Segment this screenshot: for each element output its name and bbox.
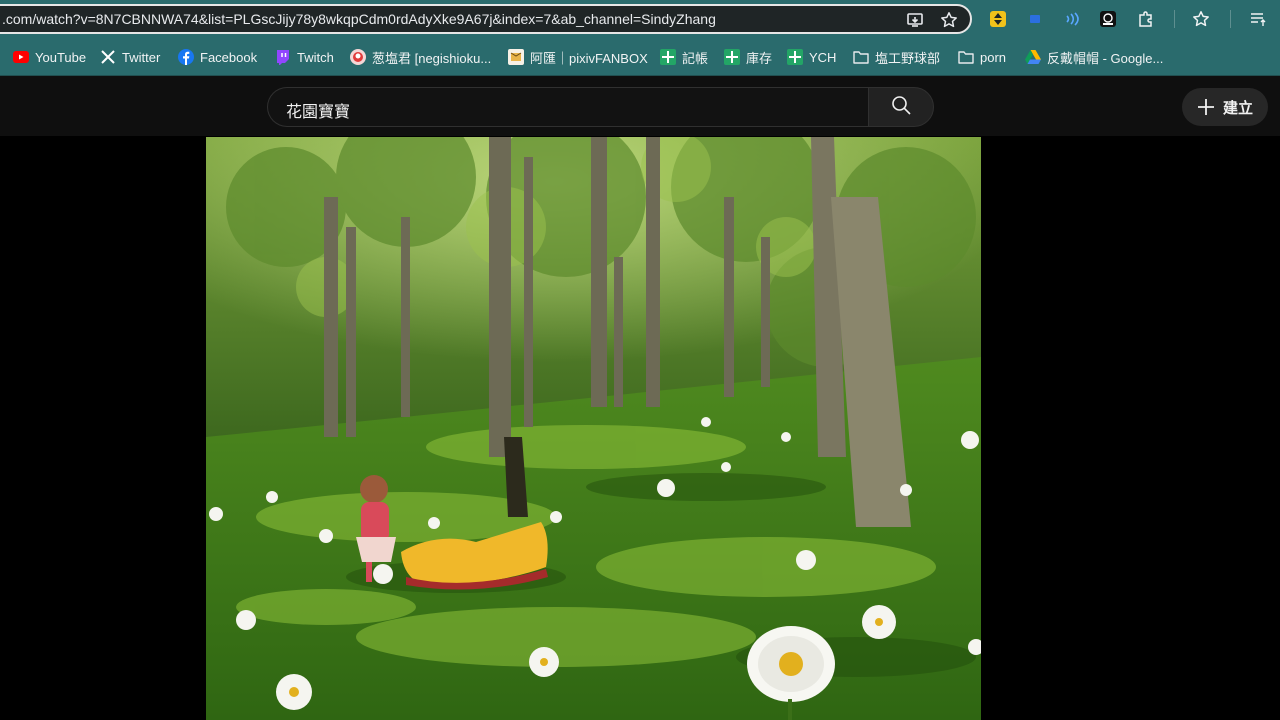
sheets-icon <box>724 49 740 65</box>
plus-icon <box>1197 98 1215 116</box>
avatar-icon <box>350 49 366 65</box>
bookmark-label: 反戴帽帽 - Google... <box>1047 50 1164 66</box>
bookmark-star-icon[interactable] <box>940 11 958 29</box>
extension-screen-icon[interactable] <box>1098 9 1118 29</box>
toolbar-divider <box>1230 10 1231 28</box>
browser-toolbar: .com/watch?v=8N7CBNNWA74&list=PLGscJijy7… <box>0 0 1280 38</box>
search-button[interactable] <box>868 87 934 127</box>
sheets-icon <box>660 49 676 65</box>
extension-wave-icon[interactable] <box>1061 9 1081 29</box>
create-button[interactable]: 建立 <box>1182 88 1268 126</box>
youtube-icon <box>13 49 29 65</box>
bookmark-negishioku[interactable]: 葱塩君 [negishioku... <box>350 48 491 66</box>
fanbox-icon <box>508 49 524 65</box>
bookmark-inventory[interactable]: 庫存 <box>724 48 772 66</box>
sheets-icon <box>787 49 803 65</box>
youtube-masthead: 花園寶寶 建立 <box>0 76 1280 136</box>
reading-list-icon[interactable] <box>1248 9 1268 29</box>
search-input[interactable]: 花園寶寶 <box>286 98 350 122</box>
search-box[interactable]: 花園寶寶 <box>267 87 869 127</box>
bookmark-twitch[interactable]: Twitch <box>275 48 334 66</box>
bookmark-google-drive[interactable]: 反戴帽帽 - Google... <box>1025 48 1163 66</box>
toolbar-divider <box>1174 10 1175 28</box>
bookmarks-bar: YouTube Twitter Facebook Twitch 葱塩君 [neg… <box>0 38 1280 76</box>
bookmark-folder-porn[interactable]: porn <box>958 48 1006 66</box>
create-label: 建立 <box>1222 99 1253 117</box>
x-icon <box>100 49 116 65</box>
video-frame <box>206 137 981 720</box>
bookmark-label: 塩工野球部 <box>875 50 941 66</box>
bookmark-label: 阿匯｜pixivFANBOX <box>530 50 648 66</box>
folder-icon <box>958 49 974 65</box>
bookmark-label: 葱塩君 [negishioku... <box>372 50 492 66</box>
bookmark-twitter[interactable]: Twitter <box>100 48 160 66</box>
bookmark-accounting[interactable]: 記帳 <box>660 48 708 66</box>
bookmark-label: YouTube <box>35 49 87 65</box>
search-icon <box>891 95 911 120</box>
bookmarks-star-icon[interactable] <box>1191 9 1211 29</box>
bookmark-fanbox[interactable]: 阿匯｜pixivFANBOX <box>508 48 648 66</box>
extensions-puzzle-icon[interactable] <box>1136 9 1156 29</box>
twitch-icon <box>275 49 291 65</box>
folder-icon <box>853 49 869 65</box>
video-player[interactable] <box>206 137 981 720</box>
bookmark-label: 庫存 <box>746 50 773 66</box>
bookmark-label: Twitter <box>122 49 161 65</box>
bookmark-ych[interactable]: YCH <box>787 48 836 66</box>
facebook-icon <box>178 49 194 65</box>
bookmark-label: porn <box>980 49 1007 65</box>
bookmark-folder-baseball[interactable]: 塩工野球部 <box>853 48 940 66</box>
drive-icon <box>1025 49 1041 65</box>
extension-blue-icon[interactable] <box>1025 9 1045 29</box>
url-text[interactable]: .com/watch?v=8N7CBNNWA74&list=PLGscJijy7… <box>2 11 716 27</box>
bookmark-label: 記帳 <box>682 50 709 66</box>
bookmark-youtube[interactable]: YouTube <box>13 48 86 66</box>
bookmark-facebook[interactable]: Facebook <box>178 48 257 66</box>
bookmark-label: Facebook <box>200 49 258 65</box>
install-app-icon[interactable] <box>906 11 924 29</box>
bookmark-label: YCH <box>809 49 837 65</box>
extension-yellow-icon[interactable] <box>988 9 1008 29</box>
bookmark-label: Twitch <box>297 49 334 65</box>
address-bar[interactable]: .com/watch?v=8N7CBNNWA74&list=PLGscJijy7… <box>0 4 972 34</box>
